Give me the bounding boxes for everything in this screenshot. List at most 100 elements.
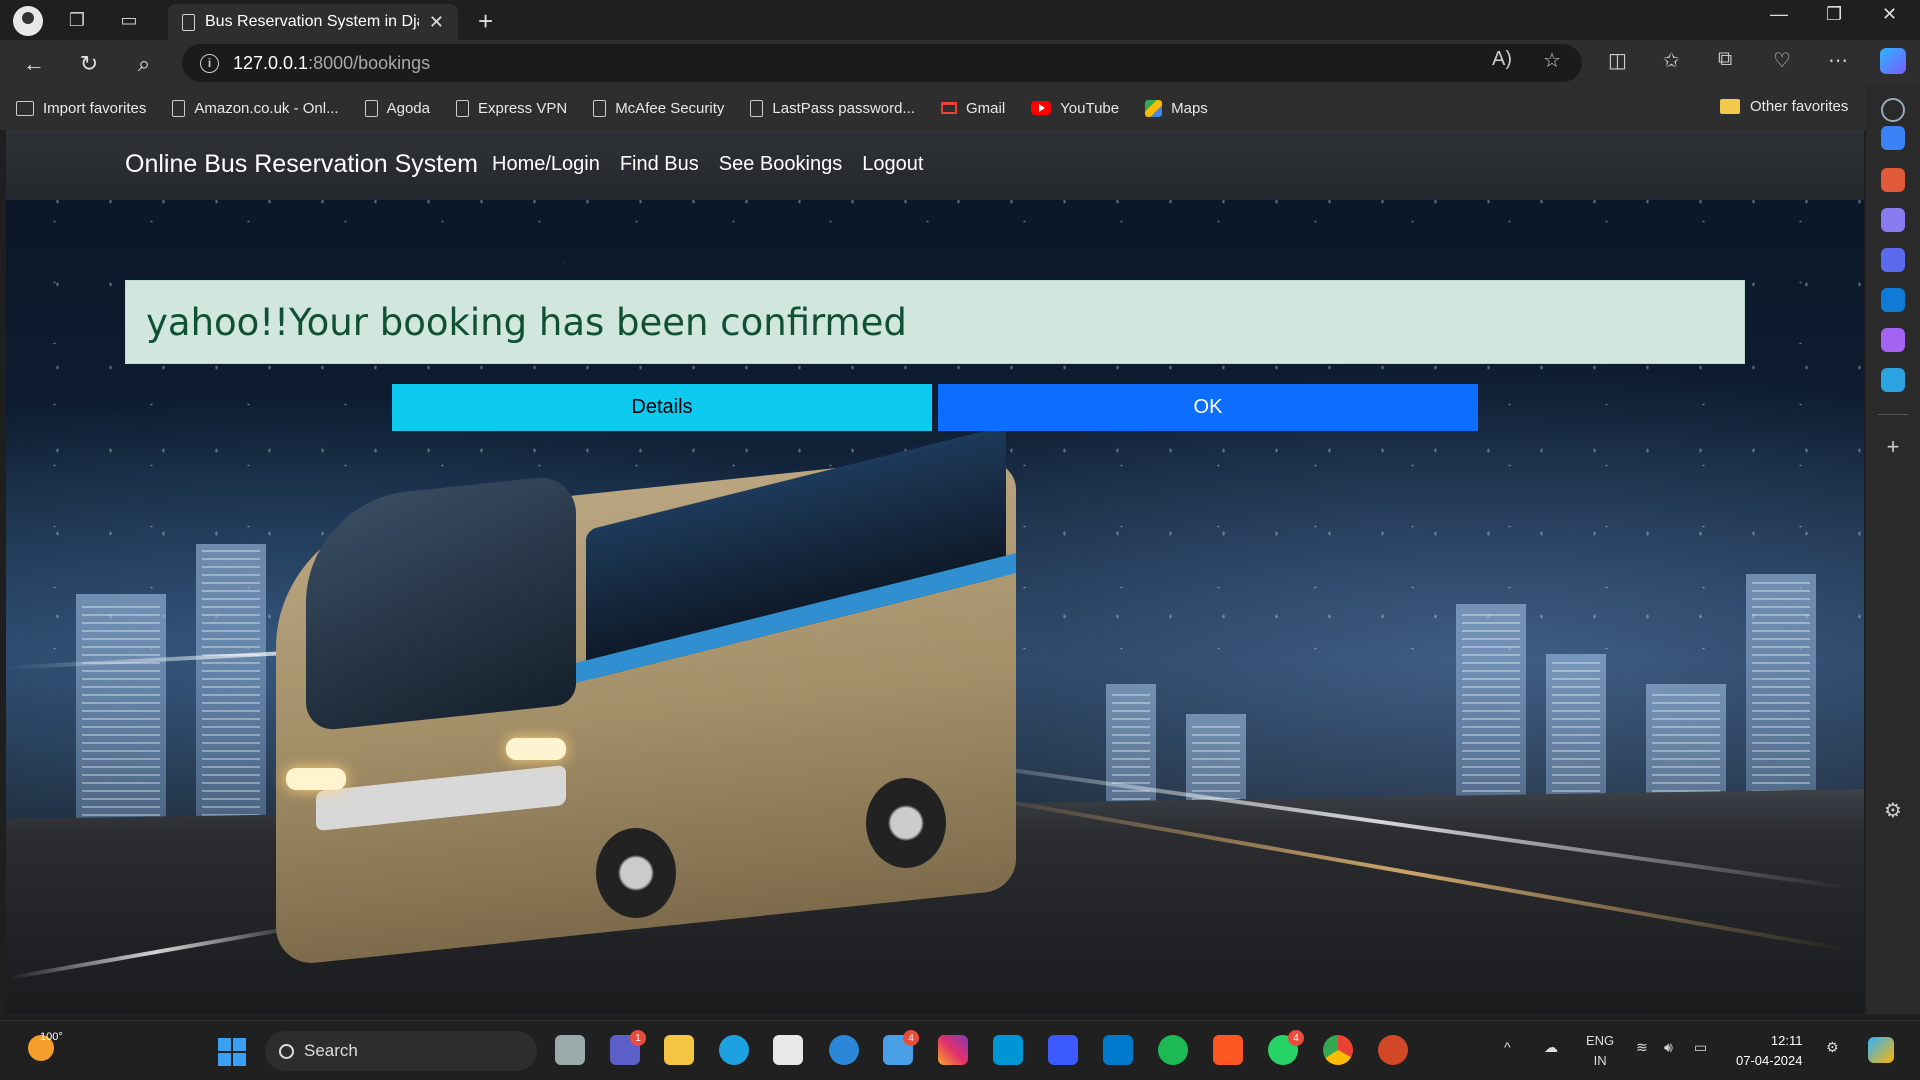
sidebar-send-icon[interactable]: [1881, 368, 1905, 392]
site-info-icon[interactable]: i: [200, 53, 219, 73]
sidebar-outlook-icon[interactable]: [1881, 288, 1905, 312]
chrome-icon[interactable]: [1323, 1035, 1353, 1065]
page-icon: [593, 99, 607, 117]
favorite-import[interactable]: Import favorites: [16, 100, 146, 117]
start-icon[interactable]: [218, 1038, 246, 1066]
site-nav-links: Home/Login Find Bus See Bookings Logout: [492, 153, 923, 176]
nav-see-bookings[interactable]: See Bookings: [719, 153, 842, 176]
sidebar-shopping-icon[interactable]: [1881, 126, 1905, 150]
page-icon: [364, 99, 378, 117]
read-aloud-icon[interactable]: A): [1492, 48, 1512, 71]
import-icon: [16, 100, 34, 116]
back-icon[interactable]: ←: [18, 48, 50, 80]
youtube-icon: [1031, 101, 1052, 115]
search-label: Search: [304, 1041, 358, 1060]
favorite-agoda[interactable]: Agoda: [364, 99, 430, 117]
tray-overflow-icon[interactable]: ^: [1504, 1039, 1511, 1055]
store-icon[interactable]: [773, 1035, 803, 1065]
clock-time: 12:11: [1770, 1033, 1803, 1048]
search-icon[interactable]: ⌕: [128, 48, 160, 80]
onedrive-icon[interactable]: ☁: [1544, 1039, 1558, 1056]
volume-icon[interactable]: 🔊︎: [1664, 1039, 1673, 1056]
favorite-label: Amazon.co.uk - Onl...: [194, 99, 339, 117]
sidebar-settings-icon[interactable]: ⚙: [1881, 798, 1905, 822]
mail-badge: 4: [903, 1030, 919, 1046]
instagram-icon[interactable]: [938, 1035, 968, 1065]
wifi-icon[interactable]: ≋: [1636, 1039, 1648, 1056]
sidebar-search-icon[interactable]: [1881, 98, 1905, 122]
favorite-mcafee[interactable]: McAfee Security: [593, 99, 724, 117]
task-view-icon[interactable]: [555, 1035, 585, 1065]
favorite-label: Gmail: [965, 99, 1006, 117]
sidebar-tools-icon[interactable]: [1881, 168, 1905, 192]
copilot-icon[interactable]: [1880, 48, 1906, 74]
booking-confirmed-alert: yahoo!!Your booking has been confirmed: [125, 280, 1745, 364]
favorite-label: Express VPN: [477, 99, 568, 117]
more-menu-icon[interactable]: ⋯: [1828, 48, 1848, 73]
workspaces-icon[interactable]: ❐: [63, 6, 91, 34]
restore-icon[interactable]: ❐: [1826, 4, 1842, 25]
notification-bell-icon[interactable]: ⚙: [1826, 1039, 1839, 1056]
sidebar-divider: [1878, 414, 1908, 415]
new-tab-button[interactable]: +: [478, 6, 493, 37]
powerpoint-icon[interactable]: [1378, 1035, 1408, 1065]
bus-illustration: [276, 425, 1016, 968]
favorites-icon[interactable]: ✩: [1663, 48, 1680, 73]
vertical-tabs-icon[interactable]: ▭: [115, 6, 143, 34]
ok-button[interactable]: OK: [938, 384, 1478, 431]
refresh-icon[interactable]: ↻: [73, 48, 105, 80]
favorite-label: LastPass password...: [772, 99, 915, 117]
minimize-icon[interactable]: —: [1770, 4, 1788, 25]
taskbar-search[interactable]: Search: [265, 1031, 537, 1071]
browser-toolbar: ← ↻ ⌕ i 127.0.0.1:8000/bookings A) ☆ ◫ ✩…: [0, 40, 1920, 86]
collections-icon[interactable]: ⧉: [1718, 48, 1732, 71]
mail-icon[interactable]: 4: [883, 1030, 919, 1065]
file-explorer-icon[interactable]: [664, 1035, 694, 1065]
favorite-amazon[interactable]: Amazon.co.uk - Onl...: [172, 99, 339, 117]
favorite-lastpass[interactable]: LastPass password...: [750, 99, 915, 117]
teams-badge: 1: [630, 1030, 646, 1046]
teams-icon[interactable]: 1: [610, 1030, 646, 1065]
favorite-youtube[interactable]: YouTube: [1031, 100, 1119, 117]
split-screen-icon[interactable]: ◫: [1608, 48, 1627, 73]
sidebar-copilot-icon[interactable]: [1881, 248, 1905, 272]
browser-essentials-icon[interactable]: ♡: [1773, 48, 1791, 73]
web-page: Online Bus Reservation System Home/Login…: [6, 130, 1864, 1014]
alert-message: yahoo!!Your booking has been confirmed: [146, 300, 907, 344]
nav-find-bus[interactable]: Find Bus: [620, 153, 699, 176]
wordweb-icon[interactable]: [1048, 1035, 1078, 1065]
profile-avatar[interactable]: [13, 6, 43, 36]
gmail-icon: [940, 102, 957, 114]
vlc-icon[interactable]: [1213, 1035, 1243, 1065]
clock[interactable]: 12:11 07-04-2024: [1736, 1031, 1803, 1071]
details-button[interactable]: Details: [392, 384, 932, 431]
sidebar-add-icon[interactable]: +: [1881, 434, 1905, 459]
url-host: 127.0.0.1: [233, 52, 309, 73]
tab-bus-reservation[interactable]: Bus Reservation System in Djang ✕: [168, 4, 458, 40]
favorite-label: Import favorites: [43, 99, 147, 117]
whatsapp-icon[interactable]: 4: [1268, 1030, 1304, 1065]
nav-home-login[interactable]: Home/Login: [492, 153, 600, 176]
search-icon: [279, 1043, 294, 1059]
tab-close-icon[interactable]: ✕: [429, 12, 444, 33]
favorite-maps[interactable]: Maps: [1145, 99, 1208, 117]
help-icon[interactable]: [829, 1035, 859, 1065]
nav-logout[interactable]: Logout: [862, 153, 923, 176]
battery-icon[interactable]: ▭: [1694, 1039, 1707, 1056]
vscode-icon[interactable]: [1103, 1035, 1133, 1065]
sidebar-games-icon[interactable]: [1881, 208, 1905, 232]
other-favorites[interactable]: Other favorites: [1720, 98, 1848, 115]
address-bar[interactable]: i 127.0.0.1:8000/bookings: [182, 44, 1582, 82]
copilot-taskbar-icon[interactable]: [1868, 1037, 1894, 1063]
edge-icon[interactable]: [719, 1035, 749, 1065]
favorite-express-vpn[interactable]: Express VPN: [455, 99, 568, 117]
favorite-gmail[interactable]: Gmail: [940, 99, 1006, 117]
site-brand[interactable]: Online Bus Reservation System: [125, 150, 478, 179]
spotify-icon[interactable]: [1158, 1035, 1188, 1065]
language-indicator[interactable]: ENG IN: [1586, 1031, 1614, 1071]
close-window-icon[interactable]: ✕: [1882, 4, 1897, 25]
favorite-star-icon[interactable]: ☆: [1543, 48, 1561, 73]
page-icon: [750, 99, 764, 117]
myhp-icon[interactable]: [993, 1035, 1023, 1065]
sidebar-designer-icon[interactable]: [1881, 328, 1905, 352]
